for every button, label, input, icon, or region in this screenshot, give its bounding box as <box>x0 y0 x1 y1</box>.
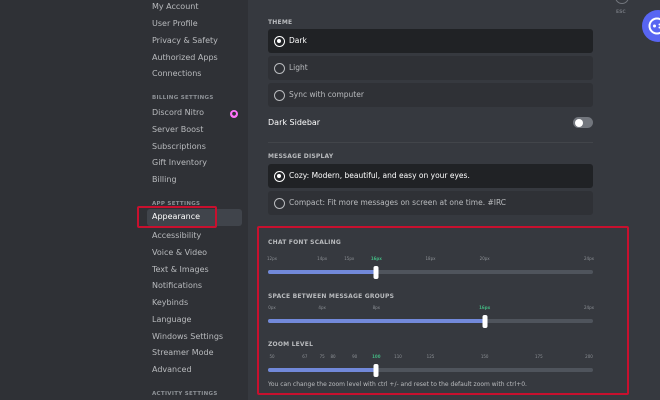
close-icon[interactable] <box>615 0 629 4</box>
esc-label: ESC <box>616 10 626 15</box>
theme-option-light[interactable]: Light <box>268 56 593 80</box>
message-display-option-compact[interactable]: Compact: Fit more messages on screen at … <box>268 191 593 215</box>
sidebar-item-authorized-apps[interactable]: Authorized Apps <box>152 52 218 63</box>
sidebar-item-accessibility[interactable]: Accessibility <box>152 230 201 241</box>
message-display-heading: MESSAGE DISPLAY <box>268 153 334 160</box>
nitro-icon: ● <box>230 110 238 118</box>
dark-sidebar-toggle[interactable] <box>573 117 593 128</box>
message-display-option-label: Compact: Fit more messages on screen at … <box>289 198 507 207</box>
radio-button-icon <box>274 197 285 209</box>
sidebar-item-advanced[interactable]: Advanced <box>152 364 192 375</box>
sliders-highlight-box <box>257 226 629 395</box>
theme-option-label: Light <box>289 63 308 72</box>
radio-button-icon <box>274 35 285 47</box>
sidebar-item-windows-settings[interactable]: Windows Settings <box>152 331 223 342</box>
sidebar-item-user-profile[interactable]: User Profile <box>152 18 198 29</box>
sidebar-item-language[interactable]: Language <box>152 314 191 325</box>
radio-button-icon <box>274 170 285 182</box>
radio-button-icon <box>274 89 285 101</box>
sidebar-item-billing[interactable]: Billing <box>152 174 177 185</box>
theme-option-dark[interactable]: Dark <box>268 29 593 53</box>
divider <box>268 142 593 143</box>
theme-heading: THEME <box>268 19 293 26</box>
message-display-option-label: Cozy: Modern, beautiful, and easy on you… <box>289 171 470 180</box>
sidebar-item-subscriptions[interactable]: Subscriptions <box>152 141 206 152</box>
settings-sidebar: My Account User Profile Privacy & Safety… <box>137 0 248 400</box>
appearance-highlight-box <box>137 206 217 228</box>
sidebar-item-text-images[interactable]: Text & Images <box>152 264 209 275</box>
radio-button-icon <box>274 62 285 74</box>
sidebar-item-voice-video[interactable]: Voice & Video <box>152 247 207 258</box>
sidebar-item-streamer-mode[interactable]: Streamer Mode <box>152 347 214 358</box>
activity-settings-heading: ACTIVITY SETTINGS <box>152 391 218 397</box>
theme-option-label: Sync with computer <box>289 90 364 99</box>
message-display-option-cozy[interactable]: Cozy: Modern, beautiful, and easy on you… <box>268 164 593 188</box>
window-left-area <box>0 0 140 400</box>
dark-sidebar-label: Dark Sidebar <box>268 118 321 127</box>
sidebar-item-server-boost[interactable]: Server Boost <box>152 124 203 135</box>
sidebar-item-my-account[interactable]: My Account <box>152 1 198 12</box>
theme-option-sync[interactable]: Sync with computer <box>268 83 593 107</box>
sidebar-item-privacy-safety[interactable]: Privacy & Safety <box>152 35 218 46</box>
sidebar-item-keybinds[interactable]: Keybinds <box>152 297 188 308</box>
theme-option-label: Dark <box>289 36 307 45</box>
toggle-knob <box>574 118 583 127</box>
sidebar-item-notifications[interactable]: Notifications <box>152 280 202 291</box>
billing-settings-heading: BILLING SETTINGS <box>152 95 214 101</box>
sidebar-item-discord-nitro[interactable]: Discord Nitro <box>152 107 204 118</box>
sidebar-item-gift-inventory[interactable]: Gift Inventory <box>152 157 207 168</box>
sidebar-item-connections[interactable]: Connections <box>152 68 201 79</box>
